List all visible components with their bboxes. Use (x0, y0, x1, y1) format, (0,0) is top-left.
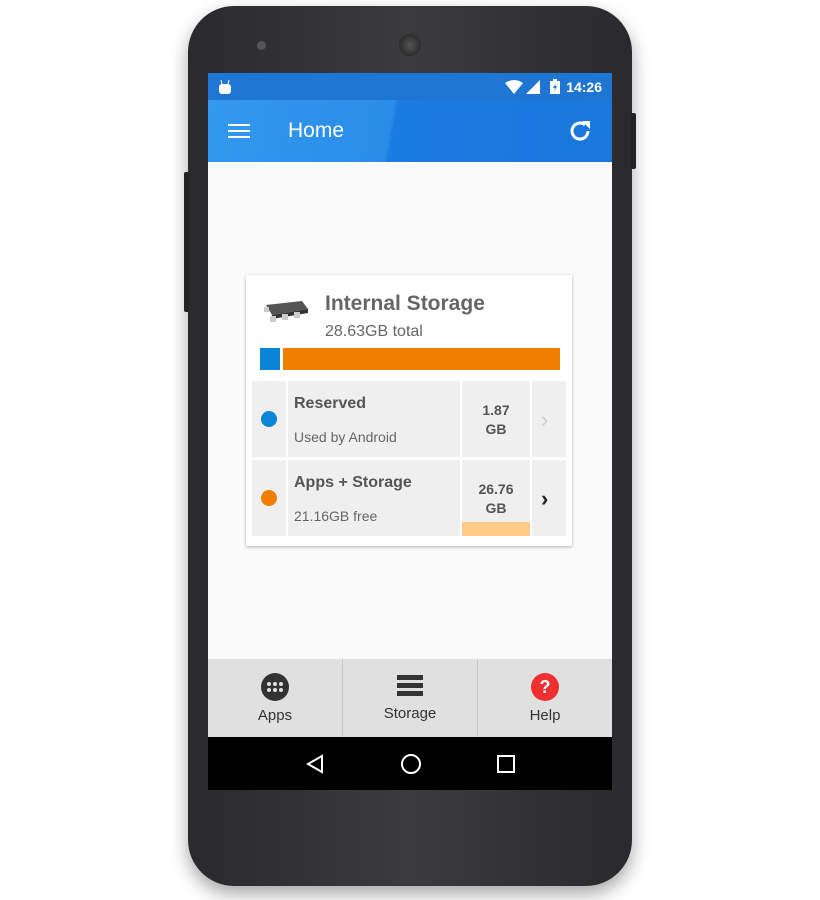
tab-apps[interactable]: Apps (208, 659, 343, 737)
row-subtitle: 21.16GB free (294, 508, 378, 524)
refresh-icon[interactable] (568, 119, 592, 143)
apps-details-button[interactable]: › (532, 460, 566, 536)
battery-charging-icon (550, 79, 561, 94)
app-bar: Home (208, 100, 612, 162)
bottom-nav: Apps Storage ? Help (208, 659, 612, 737)
card-title: Internal Storage (325, 292, 485, 315)
svg-text:?: ? (540, 677, 551, 697)
earpiece (399, 34, 421, 56)
usage-bar-apps (282, 348, 560, 370)
row-subtitle: Used by Android (294, 429, 397, 445)
card-total: 28.63GB total (325, 323, 423, 340)
help-icon: ? (531, 672, 559, 701)
apps-dot (261, 490, 277, 506)
side-button-left (184, 172, 189, 312)
usage-bar (260, 348, 560, 370)
storage-row-reserved: Reserved Used by Android 1.87 GB › (252, 381, 566, 457)
apps-grid-icon (261, 672, 289, 701)
tab-label: Storage (383, 704, 437, 722)
reserved-details-button: › (532, 381, 566, 457)
menu-icon[interactable] (228, 123, 250, 139)
tab-storage[interactable]: Storage (343, 659, 478, 737)
back-icon[interactable] (305, 753, 325, 774)
row-value: 1.87 GB (482, 402, 510, 437)
tab-label: Apps (257, 706, 293, 724)
row-label: Reserved (294, 395, 367, 412)
screen: 14:26 Home Internal Storage 28.63GB tota… (208, 73, 612, 790)
status-bar: 14:26 (208, 73, 612, 100)
side-button-right (631, 113, 636, 169)
internal-storage-card: Internal Storage 28.63GB total Reserved U… (246, 275, 572, 546)
chevron-right-icon: › (541, 407, 549, 432)
recents-icon[interactable] (496, 754, 515, 773)
clock: 14:26 (566, 78, 602, 95)
home-icon[interactable] (400, 753, 422, 775)
usage-bar-reserved (260, 348, 280, 370)
row-label: Apps + Storage (294, 474, 412, 491)
wifi-icon (505, 79, 524, 94)
chevron-right-icon: › (541, 486, 549, 511)
chip-icon (264, 301, 308, 322)
page-title: Home (288, 119, 345, 142)
android-icon (219, 79, 231, 94)
system-nav-bar (208, 737, 612, 790)
reserved-dot (261, 411, 277, 427)
apps-free-bar (462, 522, 530, 536)
signal-icon (526, 79, 541, 94)
storage-row-apps[interactable]: Apps + Storage 21.16GB free 26.76 GB › (252, 460, 566, 536)
storage-list-icon (397, 674, 423, 696)
tab-label: Help (529, 706, 561, 724)
row-value: 26.76 GB (478, 481, 514, 516)
front-camera (257, 41, 266, 50)
tab-help[interactable]: ? Help (478, 659, 612, 737)
